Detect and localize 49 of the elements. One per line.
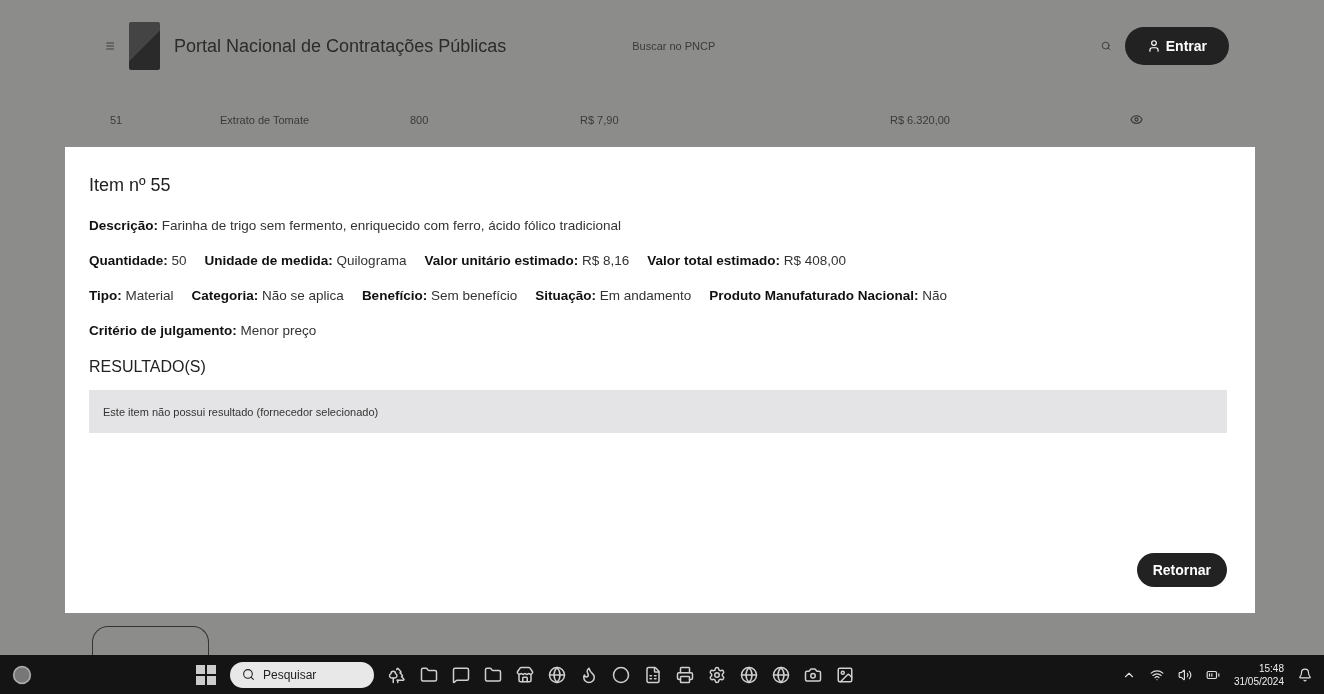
login-button[interactable]: Entrar [1124, 27, 1229, 65]
app-icon[interactable] [580, 665, 598, 684]
table-cell-text: R$ 6.320,00 [890, 113, 951, 126]
taskbar-search[interactable]: Pesquisar [230, 661, 374, 688]
app-icon[interactable] [548, 665, 566, 684]
app-icon[interactable] [612, 665, 630, 684]
detail-field: Quantidade: 50 [89, 253, 187, 268]
app-icon[interactable] [804, 665, 822, 684]
site-title: Portal Nacional de Contratações Públicas [174, 35, 507, 57]
app-icon[interactable] [484, 665, 502, 684]
detail-field: Benefício: Sem benefício [361, 288, 518, 303]
app-icon[interactable] [772, 665, 790, 684]
detail-field: Categoria: Não se aplica [191, 288, 344, 303]
detail-field: Valor unitário estimado: R$ 8,16 [424, 253, 630, 268]
app-icon[interactable] [388, 665, 406, 684]
app-icon[interactable] [836, 665, 854, 684]
bell-icon[interactable] [1298, 667, 1312, 682]
detail-field: Valor total estimado: R$ 408,00 [647, 253, 847, 268]
clock-date: 31/05/2024 [1233, 674, 1284, 688]
app-icon[interactable] [676, 665, 694, 684]
app-icon[interactable] [452, 665, 470, 684]
return-button[interactable]: Retornar [1136, 553, 1227, 587]
search-icon [242, 668, 255, 681]
detail-field: Situação: Em andamento [535, 288, 692, 303]
dialog-title: Item nº 55 [89, 175, 172, 196]
detail-field: Produto Manufaturado Nacional: Não [709, 288, 948, 303]
results-heading: RESULTADO(S) [89, 358, 207, 376]
table-cell-text: R$ 7,90 [580, 113, 620, 126]
clock-time: 15:48 [1258, 661, 1284, 675]
results-message: Este item não possui resultado (fornecedor selecionado) [89, 390, 1227, 433]
detail-field: Descrição: Farinha de trigo sem fermento, enriquecido com ferro, ácido fólico tradicional [89, 218, 622, 233]
detail-field: Tipo: Material [89, 288, 174, 303]
app-icon[interactable] [644, 665, 662, 684]
user-icon [1146, 39, 1161, 53]
app-icon[interactable] [708, 665, 726, 684]
wifi-icon[interactable] [1149, 667, 1164, 682]
table-cell-text: 800 [410, 113, 430, 126]
detail-field: Unidade de medida: Quilograma [204, 253, 407, 268]
volume-icon[interactable] [1177, 667, 1192, 682]
view-icon[interactable] [1130, 113, 1143, 126]
windows-icon[interactable] [196, 664, 216, 685]
search-field[interactable]: Buscar no PNCP [630, 39, 827, 53]
app-icon[interactable] [740, 665, 758, 684]
table-cell-text: Extrato de Tomate [220, 113, 311, 126]
app-icon[interactable] [420, 665, 438, 684]
detail-field: Critério de julgamento: Menor preço [89, 323, 317, 338]
logo-icon [129, 22, 160, 70]
table-cell-text: 51 [110, 113, 124, 126]
app-icon[interactable] [516, 665, 534, 684]
